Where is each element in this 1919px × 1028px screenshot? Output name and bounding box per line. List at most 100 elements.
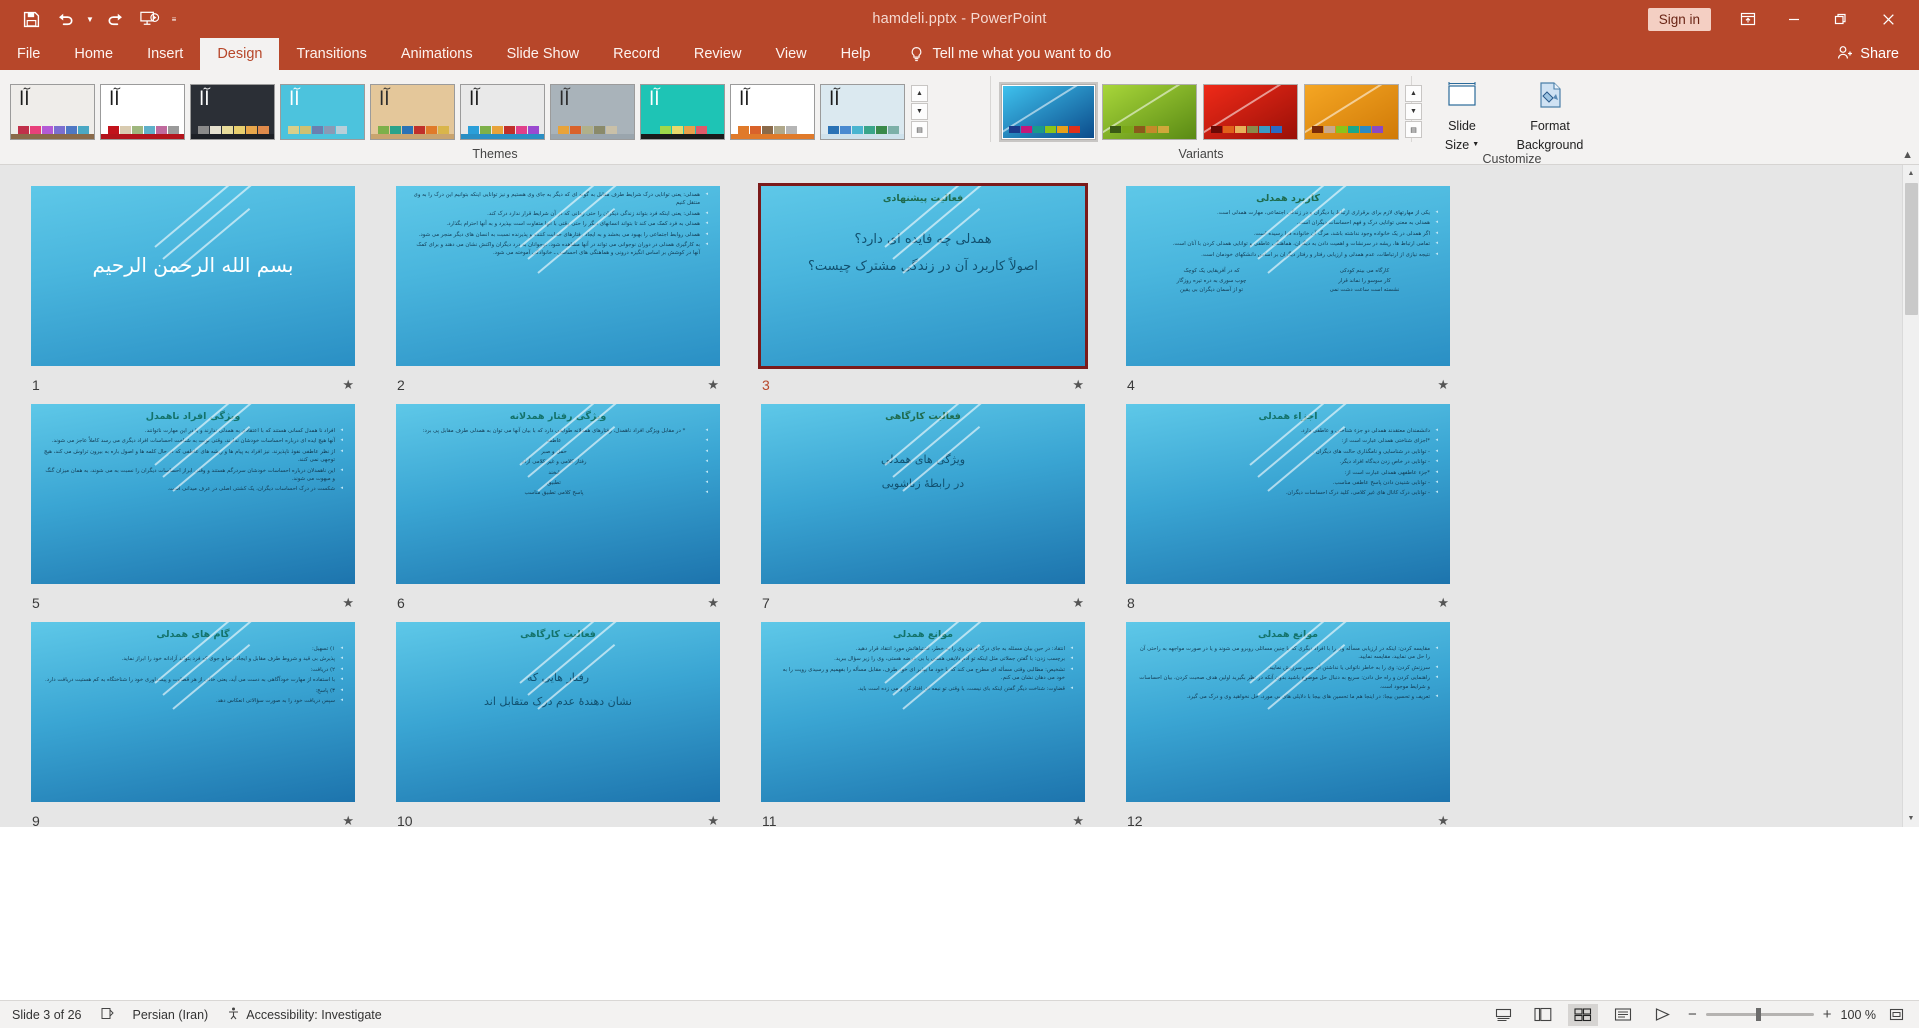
slide-cell: بسم الله الرحمن الرحیم 1 ★ — [28, 183, 358, 401]
minimize-icon[interactable] — [1771, 0, 1817, 38]
theme-thumbnail-berlin-theme[interactable]: آا — [100, 83, 185, 140]
normal-view-icon[interactable] — [1528, 1004, 1558, 1026]
animation-star-icon[interactable]: ★ — [707, 377, 719, 393]
share-button[interactable]: Share — [1837, 38, 1919, 70]
scrollbar-thumb[interactable] — [1905, 183, 1918, 315]
animation-star-icon[interactable]: ★ — [1437, 813, 1449, 827]
zoom-in-icon[interactable]: + — [1823, 1006, 1832, 1023]
collapse-ribbon-icon[interactable]: ▲ — [1902, 149, 1913, 161]
language-status[interactable]: Persian (Iran) — [133, 1008, 209, 1022]
variant-thumbnail-variant-blue[interactable] — [999, 81, 1098, 142]
variant-thumbnail-variant-orange[interactable] — [1304, 83, 1399, 140]
slide-thumbnail-6[interactable]: ویژگی رفتار همدلانه * در مقابل ویژگی افرا… — [393, 401, 723, 587]
slide-number: 2 — [397, 377, 405, 393]
animation-star-icon[interactable]: ★ — [1072, 813, 1084, 827]
undo-dropdown-chevron-down-icon[interactable]: ▼ — [82, 4, 98, 34]
slide-thumbnail-12[interactable]: موانع همدلی مقایسه کردن: اینکه در ارزیابی… — [1123, 619, 1453, 805]
zoom-slider[interactable] — [1705, 1008, 1814, 1021]
animation-star-icon[interactable]: ★ — [1072, 377, 1084, 393]
theme-thumbnail-wisp-theme[interactable]: آا — [370, 83, 455, 140]
slide-thumbnail-2[interactable]: همدلی: یعنی توانایی درک شرایط طرف مقابل … — [393, 183, 723, 369]
close-icon[interactable] — [1863, 0, 1913, 38]
tab-file[interactable]: File — [0, 38, 57, 70]
slide-title: موانع همدلی — [892, 629, 954, 640]
tab-animations[interactable]: Animations — [384, 38, 490, 70]
theme-thumbnail-frame-theme[interactable]: آا — [820, 83, 905, 140]
spell-check-status[interactable] — [100, 1006, 115, 1024]
redo-icon[interactable] — [98, 4, 132, 34]
theme-thumbnail-facet-theme[interactable]: آا — [460, 83, 545, 140]
tab-transitions[interactable]: Transitions — [279, 38, 383, 70]
animation-star-icon[interactable]: ★ — [707, 595, 719, 611]
slide-thumbnail-5[interactable]: ویژگی افراد ناهمدل افراد نا همدل کسانی هس… — [28, 401, 358, 587]
slide-thumbnail-10[interactable]: فعالیت کارگاهی رفتار هایی که نشان دهندهٔ ع… — [393, 619, 723, 805]
animation-star-icon[interactable]: ★ — [1072, 595, 1084, 611]
slide-thumbnail-3[interactable]: فعالیت پیشنهادی همدلی چه فایده ای دارد؟ اص… — [758, 183, 1088, 369]
theme-thumbnail-basis-theme[interactable]: آا — [730, 83, 815, 140]
fit-to-window-icon[interactable] — [1885, 1006, 1907, 1024]
theme-thumbnail-office-theme[interactable]: آا — [10, 83, 95, 140]
animation-star-icon[interactable]: ★ — [342, 813, 354, 827]
theme-thumbnail-slice-theme[interactable]: آا — [550, 83, 635, 140]
animation-star-icon[interactable]: ★ — [707, 813, 719, 827]
slide-size-chevron-down-icon[interactable]: ▼ — [1472, 141, 1479, 149]
slide-size-button[interactable]: Slide Size ▼ — [1426, 78, 1498, 152]
slide-thumbnail-4[interactable]: کاربرد همدلی یکی از مهارتهای لازم برای بر… — [1123, 183, 1453, 369]
tab-help[interactable]: Help — [824, 38, 888, 70]
theme-thumbnail-celestial-theme[interactable]: آا — [280, 83, 365, 140]
slide-text-line: ویژگی های همدلی — [880, 453, 966, 466]
slide-pane-scrollbar[interactable]: ▲ ▼ — [1902, 165, 1919, 827]
tab-design[interactable]: Design — [200, 38, 280, 70]
themes-scroll-down-icon[interactable]: ▼ — [911, 103, 928, 120]
reading-view-icon[interactable] — [1608, 1004, 1638, 1026]
slide-bullet-item: پاسخ کلامی تطبیق مناسب — [408, 489, 708, 497]
slide-sorter-icon[interactable] — [1568, 1003, 1599, 1026]
tab-home[interactable]: Home — [57, 38, 130, 70]
animation-star-icon[interactable]: ★ — [1437, 595, 1449, 611]
customize-quick-access-toolbar-icon[interactable]: ≡ — [166, 4, 182, 34]
slide-number: 4 — [1127, 377, 1135, 393]
theme-thumbnail-retrospect-theme[interactable]: آا — [640, 83, 725, 140]
theme-thumbnail-ion-boardroom-theme[interactable]: آا — [190, 83, 275, 140]
slide-thumbnail-11[interactable]: موانع همدلی انتقاد: در حین بیان مسئله به … — [758, 619, 1088, 805]
sign-in-button[interactable]: Sign in — [1647, 7, 1711, 31]
variant-thumbnail-variant-red[interactable] — [1203, 83, 1298, 140]
restore-icon[interactable] — [1817, 0, 1863, 38]
format-background-button[interactable]: Format Background — [1514, 78, 1586, 152]
tab-record[interactable]: Record — [596, 38, 677, 70]
slide-bullet-item: راهنمایی کردن و راه حل دادن: سریع به دنب… — [1138, 674, 1438, 691]
themes-gallery[interactable]: آا آا آا آا آا آا آا آا آا آا — [10, 83, 905, 140]
animation-star-icon[interactable]: ★ — [342, 595, 354, 611]
variants-gallery[interactable] — [999, 81, 1399, 142]
lightbulb-icon — [909, 46, 924, 63]
slide-meta-row: 6 ★ — [393, 587, 723, 619]
slide-thumbnail-1[interactable]: بسم الله الرحمن الرحیم — [28, 183, 358, 369]
slide-thumbnail-9[interactable]: گام های همدلی ۱) تسهیل: پذیرش بی قید و شرو… — [28, 619, 358, 805]
zoom-out-icon[interactable]: − — [1688, 1006, 1697, 1023]
zoom-control[interactable]: − + 100 % — [1688, 1006, 1907, 1024]
slide-canvas: گام های همدلی ۱) تسهیل: پذیرش بی قید و شرو… — [31, 622, 355, 802]
undo-icon[interactable] — [48, 4, 82, 34]
scrollbar-down-icon[interactable]: ▼ — [1903, 810, 1919, 827]
save-icon[interactable] — [14, 4, 48, 34]
tab-view[interactable]: View — [758, 38, 823, 70]
accessibility-status[interactable]: Accessibility: Investigate — [226, 1006, 382, 1024]
scrollbar-up-icon[interactable]: ▲ — [1903, 165, 1919, 182]
ribbon-display-options-icon[interactable] — [1725, 0, 1771, 38]
tab-review[interactable]: Review — [677, 38, 759, 70]
zoom-slider-knob[interactable] — [1755, 1008, 1761, 1021]
animation-star-icon[interactable]: ★ — [342, 377, 354, 393]
tab-slide-show[interactable]: Slide Show — [490, 38, 597, 70]
tell-me-search[interactable]: Tell me what you want to do — [887, 38, 1121, 70]
tab-insert[interactable]: Insert — [130, 38, 200, 70]
animation-star-icon[interactable]: ★ — [1437, 377, 1449, 393]
slide-thumbnail-8[interactable]: اجزاء همدلی دانشمندان معتقدند همدلی دو جز… — [1123, 401, 1453, 587]
slide-bullet-list: همدلی: یعنی توانایی درک شرایط طرف مقابل … — [396, 186, 720, 258]
themes-more-icon[interactable]: ▤ — [911, 121, 928, 138]
variant-thumbnail-variant-green[interactable] — [1102, 83, 1197, 140]
start-from-beginning-icon[interactable] — [132, 4, 166, 34]
notes-icon[interactable] — [1488, 1004, 1518, 1026]
slide-thumbnail-7[interactable]: فعالیت کارگاهی ویژگی های همدلی در رابطهٔ ز… — [758, 401, 1088, 587]
slide-show-icon[interactable] — [1648, 1004, 1678, 1026]
themes-scroll-up-icon[interactable]: ▲ — [911, 85, 928, 102]
